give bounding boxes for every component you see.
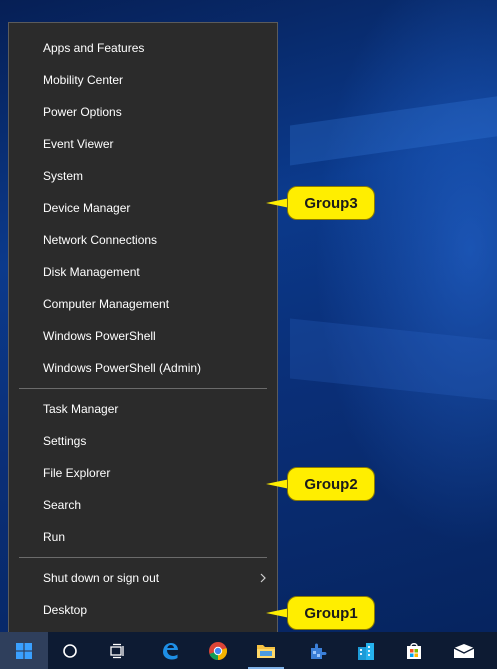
menu-item-label: Search — [43, 498, 82, 512]
callout-group2: Group2 — [287, 467, 375, 501]
cortana-search-icon — [63, 643, 77, 658]
callout-group1: Group1 — [287, 596, 375, 630]
file-explorer-button[interactable] — [242, 632, 290, 669]
building-app-icon — [358, 642, 374, 660]
menu-item-disk-management[interactable]: Disk Management — [9, 257, 277, 287]
menu-item-label: Device Manager — [43, 201, 131, 215]
menu-separator — [19, 388, 267, 389]
menu-item-task-manager[interactable]: Task Manager — [9, 394, 277, 424]
building-app-button[interactable] — [342, 632, 390, 669]
edge-icon — [163, 642, 178, 659]
chrome-button[interactable] — [194, 632, 242, 669]
winx-menu: Apps and Features Mobility Center Power … — [8, 22, 278, 632]
menu-item-mobility-center[interactable]: Mobility Center — [9, 65, 277, 95]
menu-item-label: Network Connections — [43, 233, 158, 247]
start-button[interactable] — [0, 632, 48, 669]
menu-item-run[interactable]: Run — [9, 522, 277, 552]
menu-item-power-options[interactable]: Power Options — [9, 97, 277, 127]
light-beam — [290, 318, 497, 402]
menu-item-label: Apps and Features — [43, 41, 145, 55]
menu-item-windows-powershell[interactable]: Windows PowerShell — [9, 321, 277, 351]
menu-item-device-manager[interactable]: Device Manager — [9, 193, 277, 223]
menu-item-computer-management[interactable]: Computer Management — [9, 289, 277, 319]
light-beam — [290, 94, 497, 166]
menu-item-label: Disk Management — [43, 265, 140, 279]
taskbar — [0, 632, 497, 669]
menu-separator — [19, 557, 267, 558]
menu-item-label: Computer Management — [43, 297, 170, 311]
menu-item-settings[interactable]: Settings — [9, 426, 277, 456]
menu-item-label: Run — [43, 530, 66, 544]
menu-item-label: Power Options — [43, 105, 122, 119]
edge-button[interactable] — [146, 632, 194, 669]
menu-item-system[interactable]: System — [9, 161, 277, 191]
store-icon — [407, 642, 421, 659]
callout-group3: Group3 — [287, 186, 375, 220]
menu-item-label: Event Viewer — [43, 137, 114, 151]
chrome-icon — [209, 641, 228, 660]
menu-item-windows-powershell-admin[interactable]: Windows PowerShell (Admin) — [9, 353, 277, 383]
cortana-button[interactable] — [46, 632, 94, 669]
menu-item-shut-down-or-sign-out[interactable]: Shut down or sign out — [9, 563, 277, 593]
mail-icon — [453, 643, 475, 658]
windows-start-icon — [16, 642, 32, 659]
menu-item-label: System — [43, 169, 84, 183]
menu-item-label: Desktop — [43, 603, 88, 617]
mail-button[interactable] — [440, 632, 488, 669]
menu-item-file-explorer[interactable]: File Explorer — [9, 458, 277, 488]
menu-item-search[interactable]: Search — [9, 490, 277, 520]
chevron-right-icon — [260, 573, 266, 583]
menu-item-network-connections[interactable]: Network Connections — [9, 225, 277, 255]
store-button[interactable] — [390, 632, 438, 669]
menu-item-label: Task Manager — [43, 402, 119, 416]
menu-item-desktop[interactable]: Desktop — [9, 595, 277, 625]
file-explorer-icon — [257, 644, 275, 658]
menu-item-apps-and-features[interactable]: Apps and Features — [9, 33, 277, 63]
menu-item-label: File Explorer — [43, 466, 111, 480]
puzzle-app-icon — [311, 643, 327, 659]
menu-item-label: Shut down or sign out — [43, 571, 160, 585]
task-view-button[interactable] — [94, 632, 142, 669]
menu-item-label: Mobility Center — [43, 73, 124, 87]
puzzle-app-button[interactable] — [294, 632, 342, 669]
menu-item-label: Windows PowerShell (Admin) — [43, 361, 202, 375]
menu-item-label: Windows PowerShell — [43, 329, 156, 343]
task-view-icon — [110, 643, 124, 658]
menu-item-label: Settings — [43, 434, 87, 448]
menu-item-event-viewer[interactable]: Event Viewer — [9, 129, 277, 159]
